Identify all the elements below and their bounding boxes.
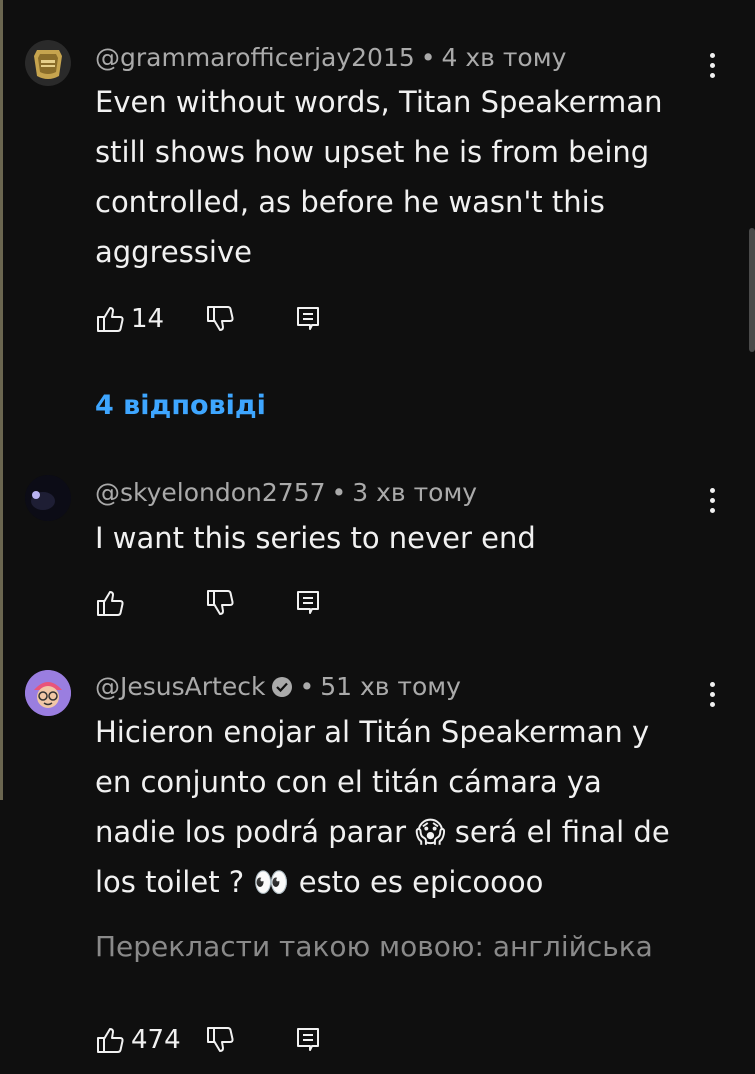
scrollbar[interactable]: [749, 228, 755, 352]
author-name[interactable]: @grammarofficerjay2015: [95, 43, 415, 72]
left-edge-strip: [0, 0, 3, 800]
like-button[interactable]: 14: [95, 304, 205, 334]
comment-meta: @skyelondon2757 • 3 хв тому: [95, 478, 477, 507]
avatar[interactable]: [25, 670, 71, 716]
thumbs-up-icon: [97, 591, 124, 616]
comment-meta: @grammarofficerjay2015 • 4 хв тому: [95, 43, 566, 72]
comment-actions: 474: [95, 1022, 323, 1058]
meta-separator: •: [331, 478, 347, 507]
like-button[interactable]: [95, 588, 205, 618]
thumbs-down-icon: [207, 590, 234, 615]
comment-text: I want this series to never end: [95, 521, 536, 555]
replies-link[interactable]: 4 відповіді: [95, 390, 266, 421]
comment-meta: @JesusArteck • 51 хв тому: [95, 672, 461, 701]
reply-icon: [297, 1028, 319, 1051]
author-name[interactable]: @skyelondon2757: [95, 478, 326, 507]
comment-actions: [95, 585, 323, 621]
author-name[interactable]: @JesusArteck: [95, 672, 265, 701]
avatar[interactable]: [25, 40, 71, 86]
reply-icon: [297, 307, 319, 330]
comment-time: 4 хв тому: [441, 43, 567, 72]
reply-icon: [297, 591, 319, 614]
dislike-button[interactable]: [205, 1025, 293, 1055]
verified-badge-icon: [271, 676, 293, 698]
comment-time: 3 хв тому: [352, 478, 478, 507]
like-count: 474: [131, 1025, 181, 1055]
reply-button[interactable]: [293, 304, 323, 334]
meta-separator: •: [420, 43, 436, 72]
avatar[interactable]: [25, 475, 71, 521]
like-button[interactable]: 474: [95, 1025, 205, 1055]
reply-button[interactable]: [293, 1025, 323, 1055]
dislike-button[interactable]: [205, 588, 293, 618]
thumbs-down-icon: [207, 1027, 234, 1052]
meta-separator: •: [299, 672, 315, 701]
like-count: 14: [131, 304, 165, 334]
police-badge-icon: [25, 40, 71, 86]
comment-actions: 14: [95, 301, 323, 337]
reply-button[interactable]: [293, 588, 323, 618]
comment-text: Hicieron enojar al Titán Speakerman y en…: [95, 715, 670, 899]
thumbs-down-icon: [207, 306, 234, 331]
comment-text: Even without words, Titan Speakerman sti…: [95, 85, 663, 269]
comment-time: 51 хв тому: [320, 672, 461, 701]
dark-photo-avatar: [25, 475, 71, 521]
translate-link[interactable]: Перекласти такою мовою: англійська: [95, 930, 653, 963]
thumbs-up-icon: [97, 307, 124, 332]
dislike-button[interactable]: [205, 304, 293, 334]
thumbs-up-icon: [97, 1028, 124, 1053]
cartoon-avatar: [25, 670, 71, 716]
